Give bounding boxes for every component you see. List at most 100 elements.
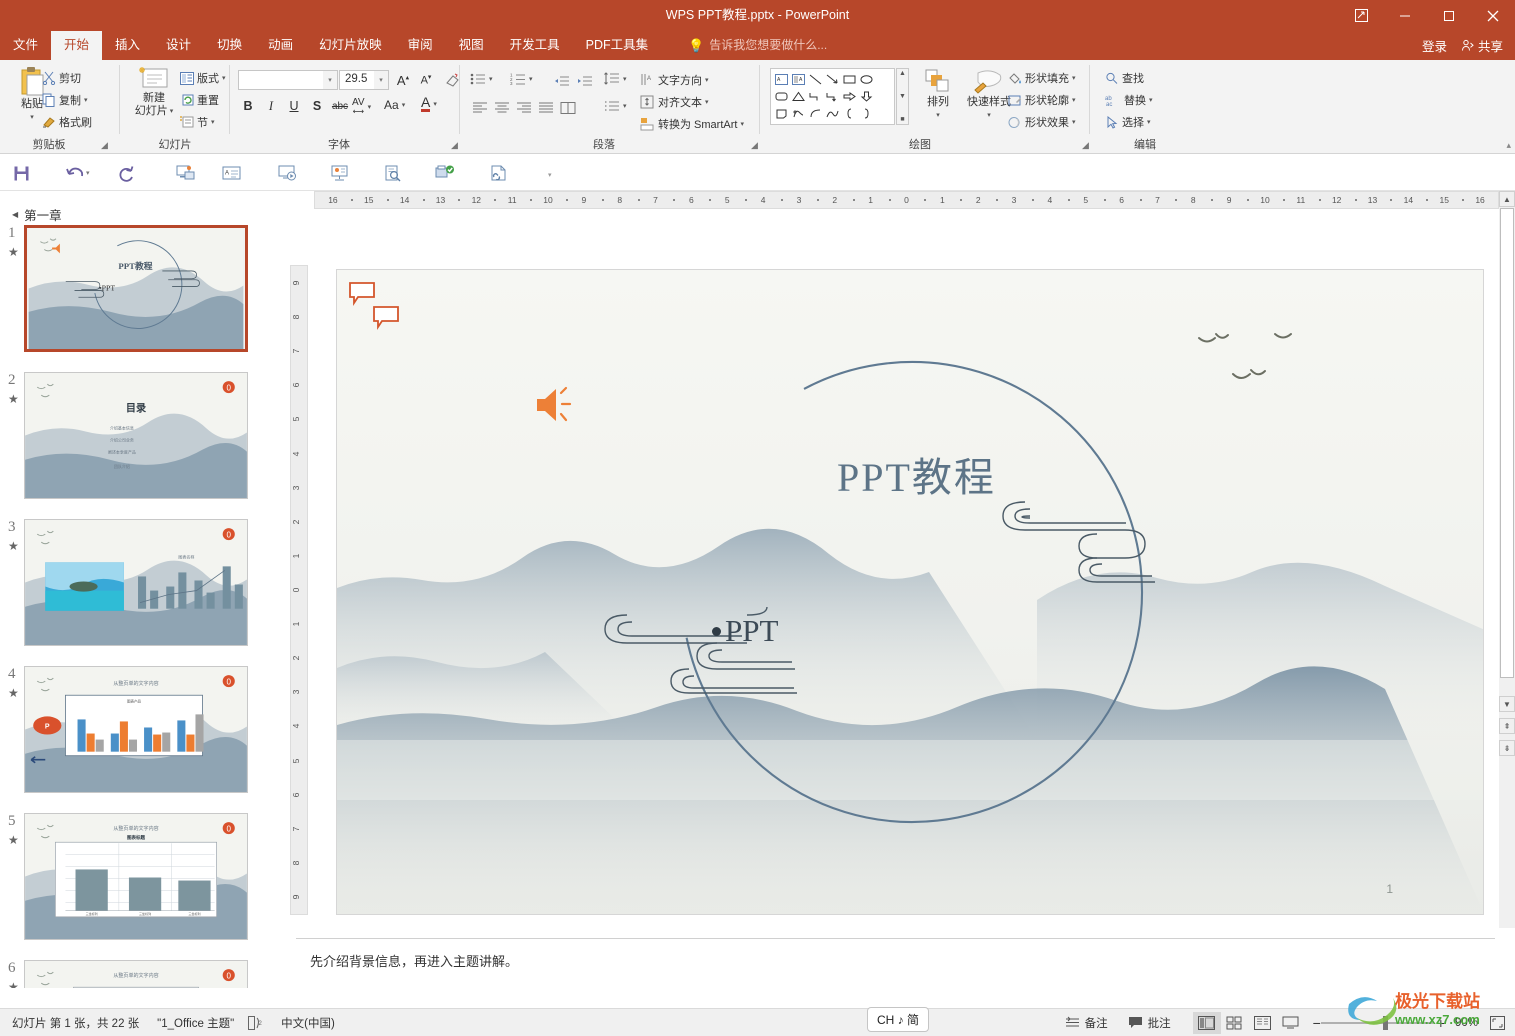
ime-indicator[interactable]: CH ♪ 简 (867, 1007, 930, 1032)
chevron-down-icon[interactable]: ▾ (323, 71, 337, 89)
animation-star-icon[interactable]: ★ (8, 392, 19, 406)
normal-view-button[interactable] (1192, 1011, 1221, 1034)
slide-thumbnail-2[interactable]: 0 目录 介绍基本信息 介绍公司业务 阐述本季度产品 团队介绍 (24, 372, 248, 499)
chevron-down-icon[interactable]: ▾ (374, 71, 388, 89)
chevron-down-icon[interactable]: ▾ (170, 105, 174, 118)
shape-rectangle[interactable] (841, 71, 858, 88)
slide-vertical-scrollbar[interactable]: ▲ ▼ ⇞ ⇟ (1499, 191, 1515, 928)
character-spacing-button[interactable]: AV ⟷ ▾ (352, 98, 371, 117)
arrange-button[interactable]: 排列 ▾ (918, 68, 958, 122)
change-case-button[interactable]: Aa ▾ (384, 98, 405, 112)
close-icon[interactable] (1471, 0, 1515, 31)
share-button[interactable]: 共享 (1461, 36, 1503, 55)
shape-folded-corner[interactable] (773, 105, 790, 122)
line-spacing-button[interactable]: ▾ (604, 72, 627, 86)
layout-button[interactable]: 版式 ▾ (180, 70, 226, 86)
maximize-icon[interactable] (1427, 0, 1471, 31)
collapse-triangle-icon[interactable]: ◀ (12, 210, 18, 219)
chevron-down-icon[interactable]: ▾ (222, 74, 226, 82)
shape-rounded-rectangle[interactable] (773, 88, 790, 105)
shape-fill-button[interactable]: 形状填充 ▾ (1008, 70, 1076, 86)
chevron-down-icon[interactable]: ▾ (1147, 118, 1151, 126)
shape-curve[interactable] (824, 105, 841, 122)
collapse-ribbon-icon[interactable]: ▴ (1506, 140, 1511, 151)
animation-star-icon[interactable]: ★ (8, 980, 19, 988)
font-dialog-launcher[interactable]: ◢ (451, 140, 458, 151)
chevron-down-icon[interactable]: ▾ (433, 100, 437, 108)
slide-thumbnail-6[interactable]: 0从整页单的文字内容单列标题文字 (24, 960, 248, 988)
shape-arc[interactable] (807, 105, 824, 122)
save-icon[interactable] (8, 161, 34, 185)
increase-indent-button[interactable] (575, 72, 595, 92)
copy-button[interactable]: 复制 ▾ (42, 92, 88, 108)
select-button[interactable]: 选择 ▾ (1105, 114, 1151, 130)
chevron-up-icon[interactable]: ▲ (899, 70, 906, 77)
text-direction-button[interactable]: A 文字方向 ▾ (640, 72, 709, 88)
align-right-button[interactable] (514, 98, 534, 118)
align-center-button[interactable] (492, 98, 512, 118)
section-header[interactable]: ◀ 第一章 (12, 205, 62, 224)
chevron-down-icon[interactable]: ▾ (489, 75, 493, 83)
minimize-icon[interactable] (1383, 0, 1427, 31)
animation-star-icon[interactable]: ★ (8, 686, 19, 700)
shape-effects-button[interactable]: 形状效果 ▾ (1008, 114, 1076, 130)
slide-thumbnail-3[interactable]: 0 图表名称 (24, 519, 248, 646)
shape-right-arrow[interactable] (841, 88, 858, 105)
ribbon-tab-5[interactable]: 动画 (255, 31, 306, 60)
more-shapes-icon[interactable]: ■ (900, 116, 904, 123)
ribbon-tab-4[interactable]: 切换 (204, 31, 255, 60)
chevron-down-icon[interactable]: ▾ (402, 101, 406, 109)
increase-font-size-button[interactable]: A▴ (393, 70, 413, 90)
animation-star-icon[interactable]: ★ (8, 539, 19, 553)
hyperlink-icon[interactable] (486, 161, 512, 185)
ribbon-tab-2[interactable]: 插入 (102, 31, 153, 60)
animation-star-icon[interactable]: ★ (8, 245, 19, 259)
animation-star-icon[interactable]: ★ (8, 833, 19, 847)
ribbon-tab-8[interactable]: 视图 (446, 31, 497, 60)
cut-button[interactable]: 剪切 (42, 70, 81, 86)
package-icon[interactable] (432, 161, 458, 185)
slide-canvas[interactable]: PPT教程 PPT 1 (336, 269, 1484, 915)
chevron-down-icon[interactable]: ▾ (740, 120, 744, 128)
start-slideshow-icon[interactable] (274, 161, 300, 185)
chevron-down-icon[interactable]: ▾ (987, 109, 991, 122)
ribbon-tab-6[interactable]: 幻灯片放映 (306, 31, 395, 60)
justify-button[interactable] (536, 98, 556, 118)
slide-thumbnail-4[interactable]: 0 从整页单的文字内容 图表产品 P (24, 666, 248, 793)
columns-button[interactable] (558, 98, 578, 118)
notes-pane[interactable]: 先介绍背景信息，再进入主题讲解。 (296, 938, 1495, 982)
scroll-up-button[interactable]: ▲ (1499, 191, 1515, 207)
shape-textbox[interactable]: A (773, 71, 790, 88)
undo-dropdown-icon[interactable]: ▾ (86, 169, 90, 177)
paragraph-dialog-launcher[interactable]: ◢ (751, 140, 758, 151)
convert-smartart-button[interactable]: 转换为 SmartArt ▾ (640, 116, 744, 132)
chevron-down-icon[interactable]: ▼ (899, 93, 906, 100)
chevron-down-icon[interactable]: ▾ (529, 75, 533, 83)
ribbon-display-options-icon[interactable] (1339, 0, 1383, 31)
signin-button[interactable]: 登录 (1422, 36, 1447, 55)
clipboard-dialog-launcher[interactable]: ◢ (101, 140, 108, 151)
chevron-down-icon[interactable]: ▾ (1149, 96, 1153, 104)
comment-marker-icon[interactable] (373, 306, 399, 335)
ribbon-tab-3[interactable]: 设计 (153, 31, 204, 60)
slide-title[interactable]: PPT教程 (837, 445, 996, 503)
tell-me-search[interactable]: 💡 告诉我您想要做什么... (688, 31, 827, 60)
undo-icon[interactable] (62, 161, 88, 185)
chevron-down-icon[interactable]: ▾ (623, 102, 627, 110)
chevron-down-icon[interactable]: ▾ (705, 98, 709, 106)
chevron-down-icon[interactable]: ▾ (84, 96, 88, 104)
chevron-down-icon[interactable]: ▾ (705, 76, 709, 84)
strikethrough-button[interactable]: abc (330, 96, 350, 116)
underline-button[interactable]: U (284, 96, 304, 116)
slide-thumbnail-1[interactable]: PPT教程 •PPT (24, 225, 248, 352)
ribbon-tab-0[interactable]: 文件 (0, 31, 51, 60)
ribbon-tab-9[interactable]: 开发工具 (497, 31, 573, 60)
shapes-gallery-scrollbar[interactable]: ▲ ▼ ■ (896, 68, 909, 125)
redo-icon[interactable] (113, 161, 139, 185)
shape-vertical-textbox[interactable]: A (790, 71, 807, 88)
shapes-gallery[interactable]: A A (770, 68, 895, 125)
shape-triangle[interactable] (790, 88, 807, 105)
comments-toggle-button[interactable]: 批注 (1128, 1015, 1171, 1031)
shape-arrow[interactable] (824, 71, 841, 88)
chevron-down-icon[interactable]: ▾ (1072, 74, 1076, 82)
